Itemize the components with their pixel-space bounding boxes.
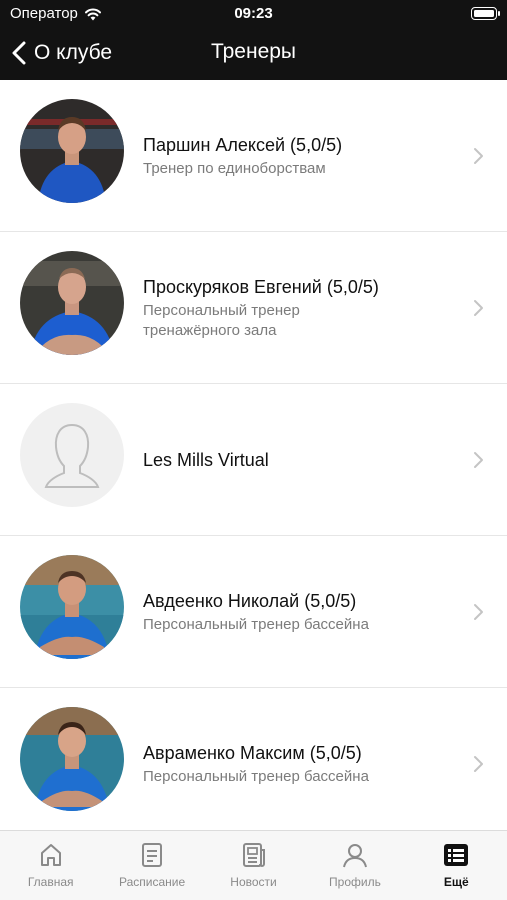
tab-bar: Главная Расписание Новости Профиль Ещё <box>0 830 507 900</box>
trainer-name: Авраменко Максим (5,0/5) <box>143 742 362 763</box>
tab-home[interactable]: Главная <box>0 831 101 900</box>
news-icon <box>242 843 265 867</box>
tab-schedule[interactable]: Расписание <box>101 831 202 900</box>
trainer-row[interactable]: Авдеенко Николай (5,0/5) Персональный тр… <box>0 536 507 688</box>
chevron-right-icon <box>474 451 483 468</box>
trainer-row[interactable]: Авраменко Максим (5,0/5) Персональный тр… <box>0 688 507 840</box>
trainer-role: Персональный тренер тренажёрного зала <box>143 301 300 339</box>
trainer-photo <box>20 99 124 203</box>
chevron-right-icon <box>474 299 483 316</box>
schedule-icon <box>142 843 163 867</box>
trainer-role: Персональный тренер бассейна <box>143 767 369 785</box>
tab-more[interactable]: Ещё <box>406 831 507 900</box>
trainer-photo <box>20 707 124 811</box>
tab-profile[interactable]: Профиль <box>304 831 405 900</box>
trainer-photo <box>20 251 124 355</box>
trainer-row[interactable]: Les Mills Virtual <box>0 384 507 536</box>
tab-label: Главная <box>27 875 74 889</box>
profile-icon <box>342 844 367 868</box>
tab-label: Расписание <box>119 875 186 889</box>
trainer-photo <box>20 555 124 659</box>
status-bar: Оператор 09:23 <box>0 0 507 28</box>
home-icon <box>40 844 61 866</box>
trainer-role: Персональный тренер бассейна <box>143 615 369 633</box>
tab-label: Новости <box>230 875 277 889</box>
trainer-row[interactable]: Паршин Алексей (5,0/5) Тренер по единобо… <box>0 80 507 232</box>
chevron-right-icon <box>474 147 483 164</box>
page-title: Тренеры <box>210 40 297 63</box>
placeholder-person-icon <box>20 403 124 507</box>
top-bar: Оператор 09:23 О клубе Тренеры <box>0 0 507 80</box>
trainer-list: Паршин Алексей (5,0/5) Тренер по единобо… <box>0 80 507 840</box>
tab-news[interactable]: Новости <box>203 831 304 900</box>
trainer-name: Паршин Алексей (5,0/5) <box>143 134 343 155</box>
chevron-right-icon <box>474 603 483 620</box>
battery-icon <box>471 7 500 20</box>
more-list-icon <box>444 844 469 866</box>
trainer-name: Проскуряков Евгений (5,0/5) <box>143 276 379 297</box>
trainer-name: Les Mills Virtual <box>143 449 269 470</box>
status-time: 09:23 <box>234 5 273 22</box>
trainer-row[interactable]: Проскуряков Евгений (5,0/5) Персональный… <box>0 232 507 384</box>
chevron-right-icon <box>474 755 483 772</box>
trainer-name: Авдеенко Николай (5,0/5) <box>143 590 357 611</box>
trainer-role: Тренер по единоборствам <box>143 159 326 177</box>
tab-label: Профиль <box>329 875 381 889</box>
tab-label: Ещё <box>443 875 469 889</box>
navigation-bar: О клубе Тренеры <box>0 28 507 80</box>
